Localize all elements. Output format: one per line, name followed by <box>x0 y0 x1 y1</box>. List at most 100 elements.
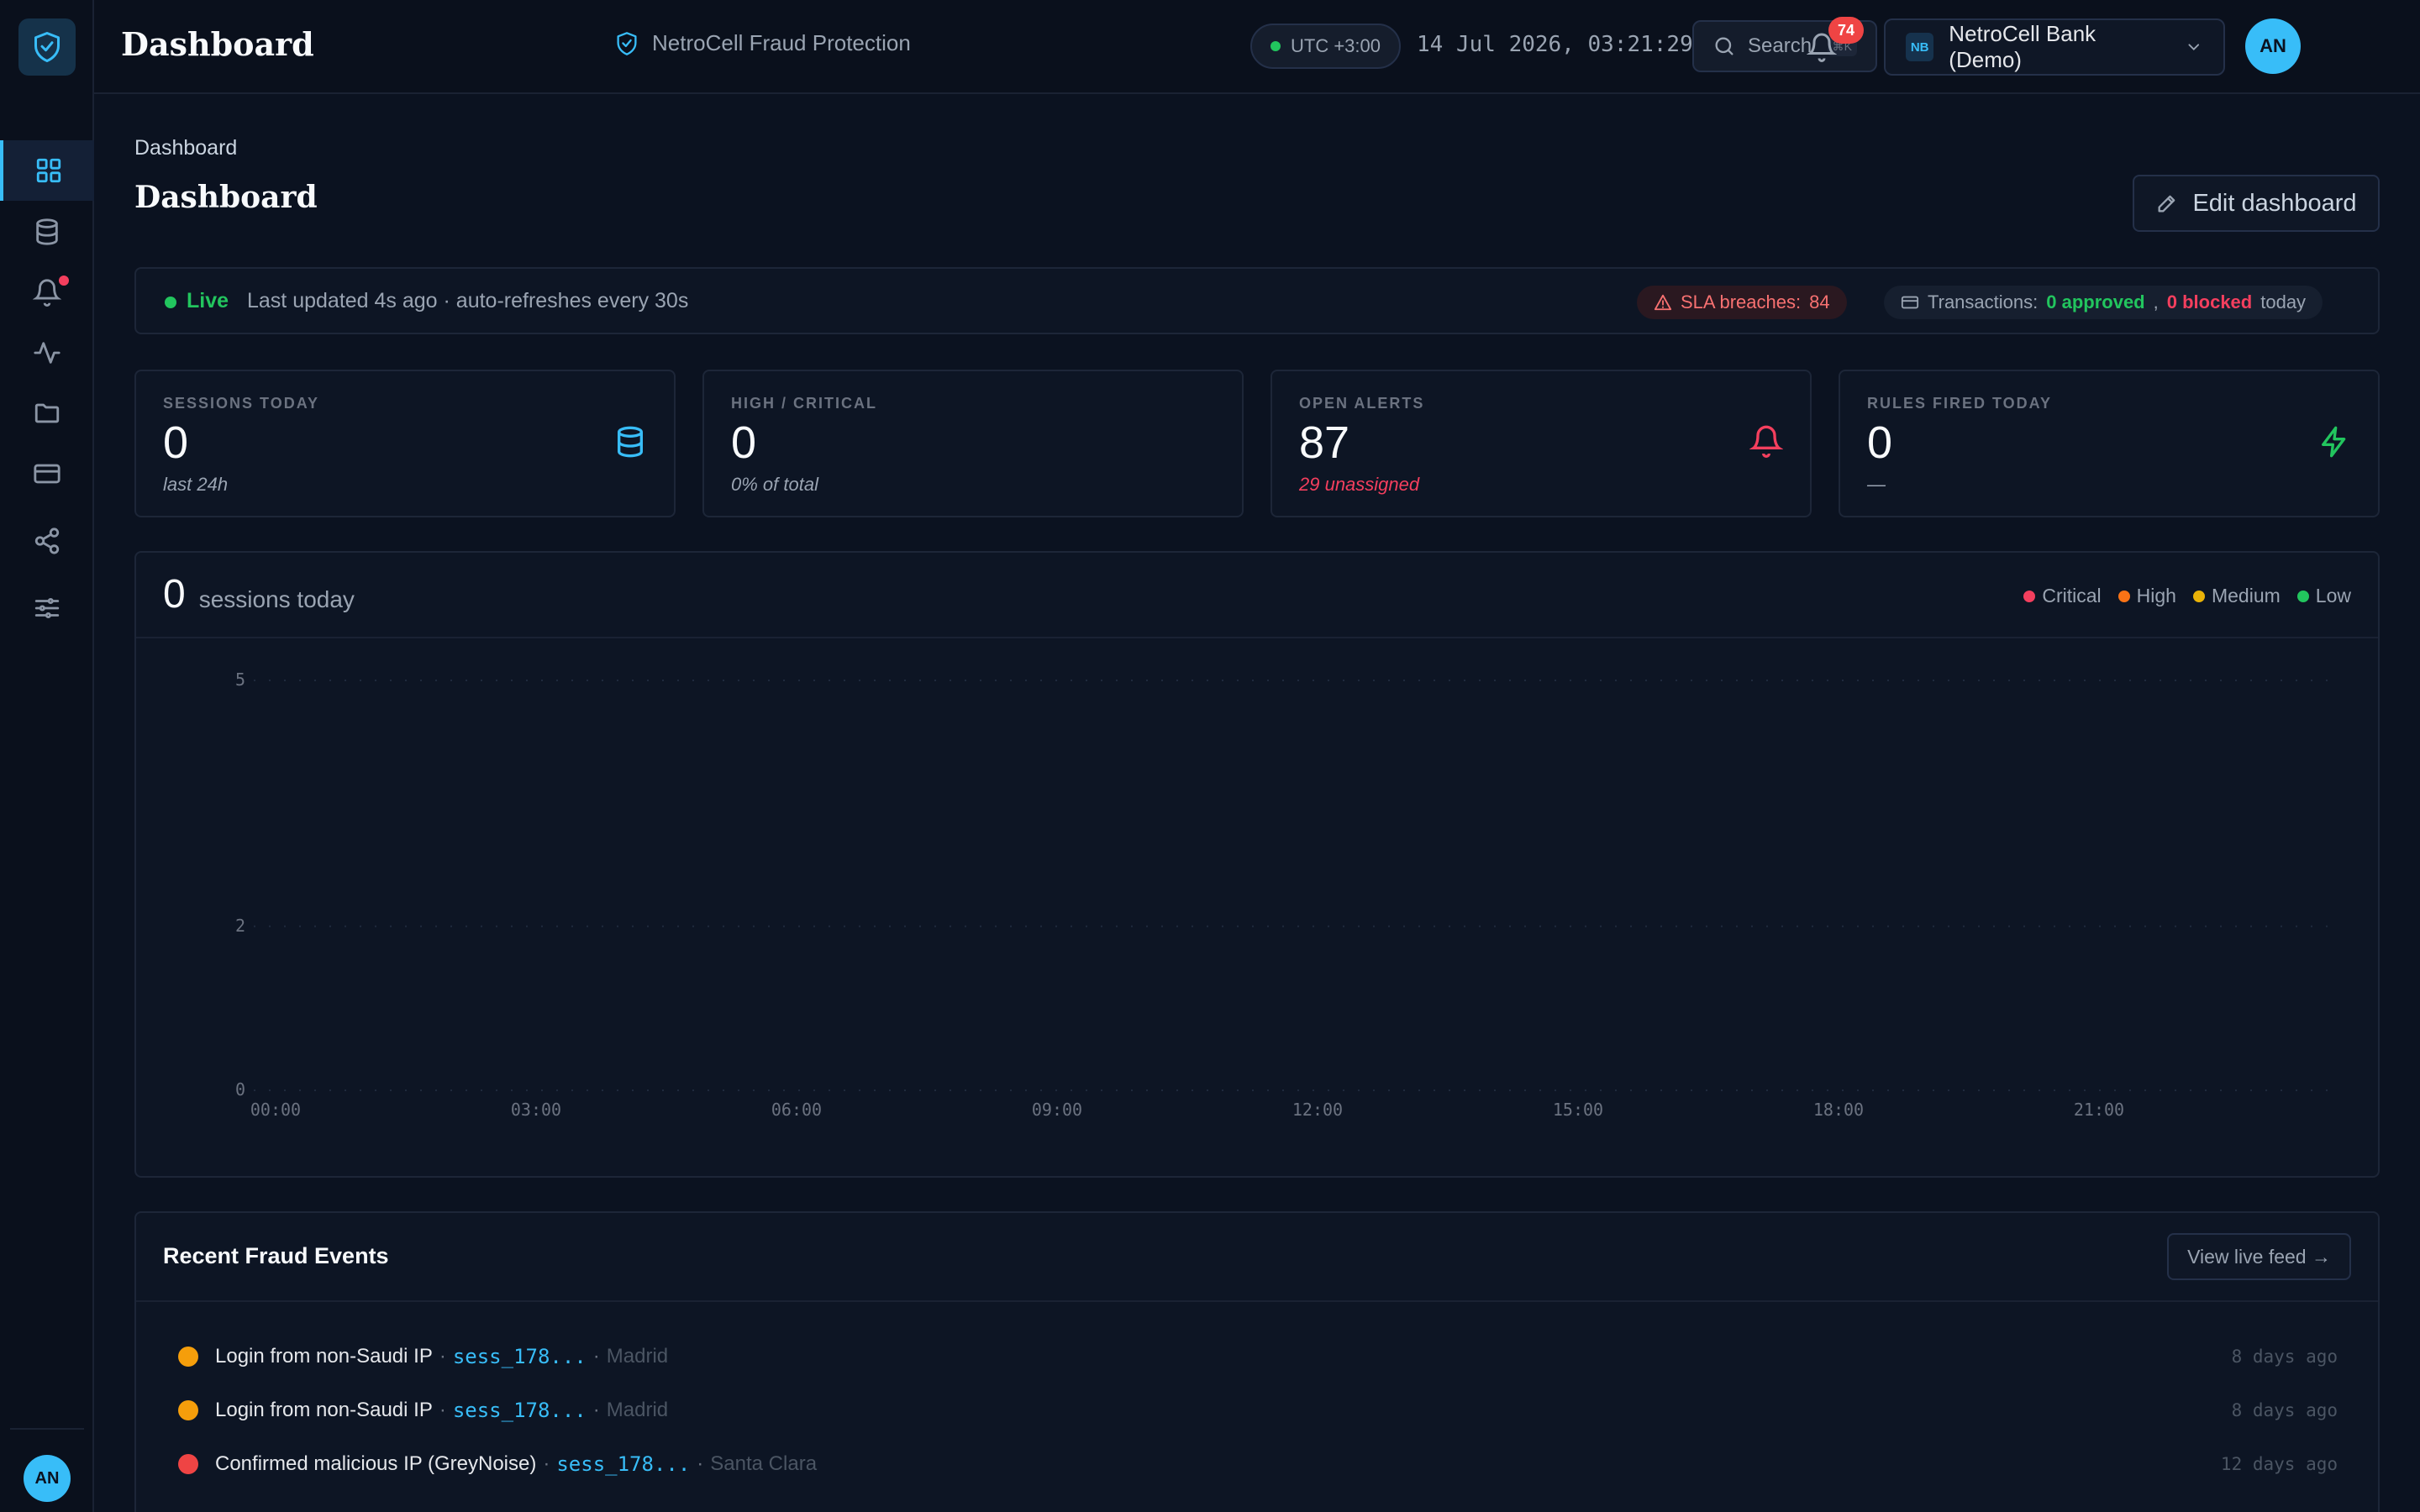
kpi-card-rules-fired[interactable]: RULES FIRED TODAY 0 — <box>1839 370 2380 517</box>
shield-logo-icon[interactable] <box>18 18 76 76</box>
session-link[interactable]: sess_178... <box>453 1345 587 1368</box>
kpi-card-sessions[interactable]: SESSIONS TODAY 0 last 24h <box>134 370 676 517</box>
x-tick-label: 06:00 <box>771 1100 822 1120</box>
breadcrumb[interactable]: Dashboard <box>134 136 237 160</box>
user-avatar[interactable]: AN <box>2245 18 2301 74</box>
y-tick-label: 2 <box>235 916 245 936</box>
product-name: NetroCell Fraud Protection <box>652 30 911 55</box>
notification-count-badge: 74 <box>1828 17 1864 44</box>
severity-dot <box>178 1400 198 1420</box>
event-title: Confirmed malicious IP (GreyNoise) <box>215 1452 537 1475</box>
share-icon <box>34 528 60 554</box>
event-city: Madrid <box>606 1345 669 1368</box>
event-row[interactable]: Login from non-Saudi IP · sess_178... · … <box>178 1336 2338 1378</box>
legend-label: High <box>2136 585 2176 606</box>
x-tick-label: 09:00 <box>1032 1100 1082 1120</box>
activity-icon <box>34 342 60 364</box>
session-link[interactable]: sess_178... <box>556 1452 690 1476</box>
org-initials-badge: NB <box>1906 33 1934 61</box>
legend-label: Critical <box>2042 585 2102 606</box>
org-name: NetroCell Bank (Demo) <box>1949 21 2096 72</box>
legend-dot <box>2296 590 2309 602</box>
alert-indicator-dot <box>59 276 69 286</box>
event-row[interactable]: Confirmed malicious IP (GreyNoise) · ses… <box>178 1443 2338 1485</box>
sidebar-item-cases[interactable] <box>0 383 94 444</box>
kpi-value: 0 <box>163 417 189 468</box>
sidebar-divider <box>10 1428 84 1430</box>
sidebar-item-sessions[interactable] <box>0 202 94 262</box>
kpi-subtext: 29 unassigned <box>1299 474 1420 495</box>
legend-label: Medium <box>2211 585 2281 606</box>
chart-header: 0 sessions today <box>163 571 355 617</box>
sliders-icon <box>34 597 60 619</box>
sidebar-item-dashboard[interactable] <box>0 140 94 201</box>
grid-icon <box>36 158 61 183</box>
database-icon <box>36 218 58 245</box>
x-tick-label: 03:00 <box>511 1100 561 1120</box>
view-live-feed-button[interactable]: View live feed → <box>2167 1233 2351 1280</box>
top-header: Dashboard NetroCell Fraud Protection UTC… <box>94 0 2420 94</box>
legend-item-critical[interactable]: Critical <box>2023 585 2102 607</box>
event-title: Login from non-Saudi IP <box>215 1399 433 1421</box>
event-time: 8 days ago <box>2231 1400 2338 1420</box>
credit-card-icon <box>1901 296 1919 309</box>
sidebar-item-network[interactable] <box>0 511 94 571</box>
warning-triangle-icon <box>1654 294 1672 311</box>
header-title: Dashboard <box>121 25 314 63</box>
event-time: 12 days ago <box>2220 1454 2338 1474</box>
legend-item-low[interactable]: Low <box>2296 585 2351 607</box>
y-tick-label: 5 <box>235 669 245 690</box>
x-tick-label: 15:00 <box>1553 1100 1603 1120</box>
kpi-card-open-alerts[interactable]: OPEN ALERTS 87 29 unassigned <box>1270 370 1812 517</box>
bell-icon <box>1749 425 1783 458</box>
approved-count: 0 approved <box>2046 291 2145 312</box>
credit-card-icon <box>34 464 60 484</box>
kpi-subtext: — <box>1867 474 1886 495</box>
organization-switcher[interactable]: NB NetroCell Bank (Demo) <box>1884 18 2225 76</box>
live-dot <box>165 297 176 308</box>
separator: · <box>439 1345 446 1368</box>
event-row[interactable]: Login from non-Saudi IP · sess_178... · … <box>178 1389 2338 1431</box>
legend-item-medium[interactable]: Medium <box>2192 585 2281 607</box>
severity-dot <box>178 1347 198 1367</box>
sessions-area-chart: 5 2 000:00 03:00 06:00 09:00 12:00 15:00 18:00 21… <box>235 669 2338 1120</box>
edit-dashboard-button[interactable]: Edit dashboard <box>2133 175 2380 232</box>
sidebar-item-transactions[interactable] <box>0 444 94 504</box>
kpi-subtext: last 24h <box>163 474 229 495</box>
timezone-pill[interactable]: UTC +3:00 <box>1250 24 1401 69</box>
sidebar-item-rules[interactable] <box>0 578 94 638</box>
event-city: Madrid <box>606 1399 669 1421</box>
legend-label: Low <box>2315 585 2351 606</box>
kpi-value: 87 <box>1299 417 1350 468</box>
sidebar-avatar[interactable]: AN <box>24 1455 71 1502</box>
transactions-pill[interactable]: Transactions: 0 approved , 0 blocked tod… <box>1884 286 2323 319</box>
sla-breaches-pill[interactable]: SLA breaches: 84 <box>1637 286 1847 319</box>
x-tick-label: 00:00 <box>250 1100 301 1120</box>
sidebar-item-alerts[interactable] <box>0 262 94 323</box>
kpi-card-high-critical[interactable]: HIGH / CRITICAL 0 0% of total <box>702 370 1244 517</box>
chevron-down-icon <box>2188 44 2200 50</box>
status-dot <box>1270 41 1281 51</box>
legend-dot <box>2192 590 2205 602</box>
kpi-label: RULES FIRED TODAY <box>1867 395 2053 412</box>
transactions-label: Transactions: <box>1928 291 2039 312</box>
sla-value: 84 <box>1809 291 1830 312</box>
live-status-bar: Live Last updated 4s ago · auto-refreshe… <box>134 267 2380 334</box>
x-tick-label: 21:00 <box>2074 1100 2124 1120</box>
sla-label: SLA breaches: <box>1681 291 1802 312</box>
transactions-comma: , <box>2153 291 2159 312</box>
event-title: Login from non-Saudi IP <box>215 1345 433 1368</box>
folder-icon <box>34 403 60 423</box>
sessions-caption: sessions today <box>198 586 355 612</box>
legend-item-high[interactable]: High <box>2118 585 2176 607</box>
sidebar-item-activity[interactable] <box>0 323 94 383</box>
product-label: NetroCell Fraud Protection <box>615 30 911 56</box>
search-icon <box>1715 37 1733 55</box>
event-time: 8 days ago <box>2231 1347 2338 1367</box>
live-label: Live <box>187 289 229 312</box>
kpi-label: HIGH / CRITICAL <box>731 395 877 412</box>
transactions-suffix: today <box>2260 291 2307 312</box>
session-link[interactable]: sess_178... <box>453 1399 587 1422</box>
edit-dashboard-label: Edit dashboard <box>2192 189 2357 217</box>
separator: · <box>697 1452 704 1475</box>
